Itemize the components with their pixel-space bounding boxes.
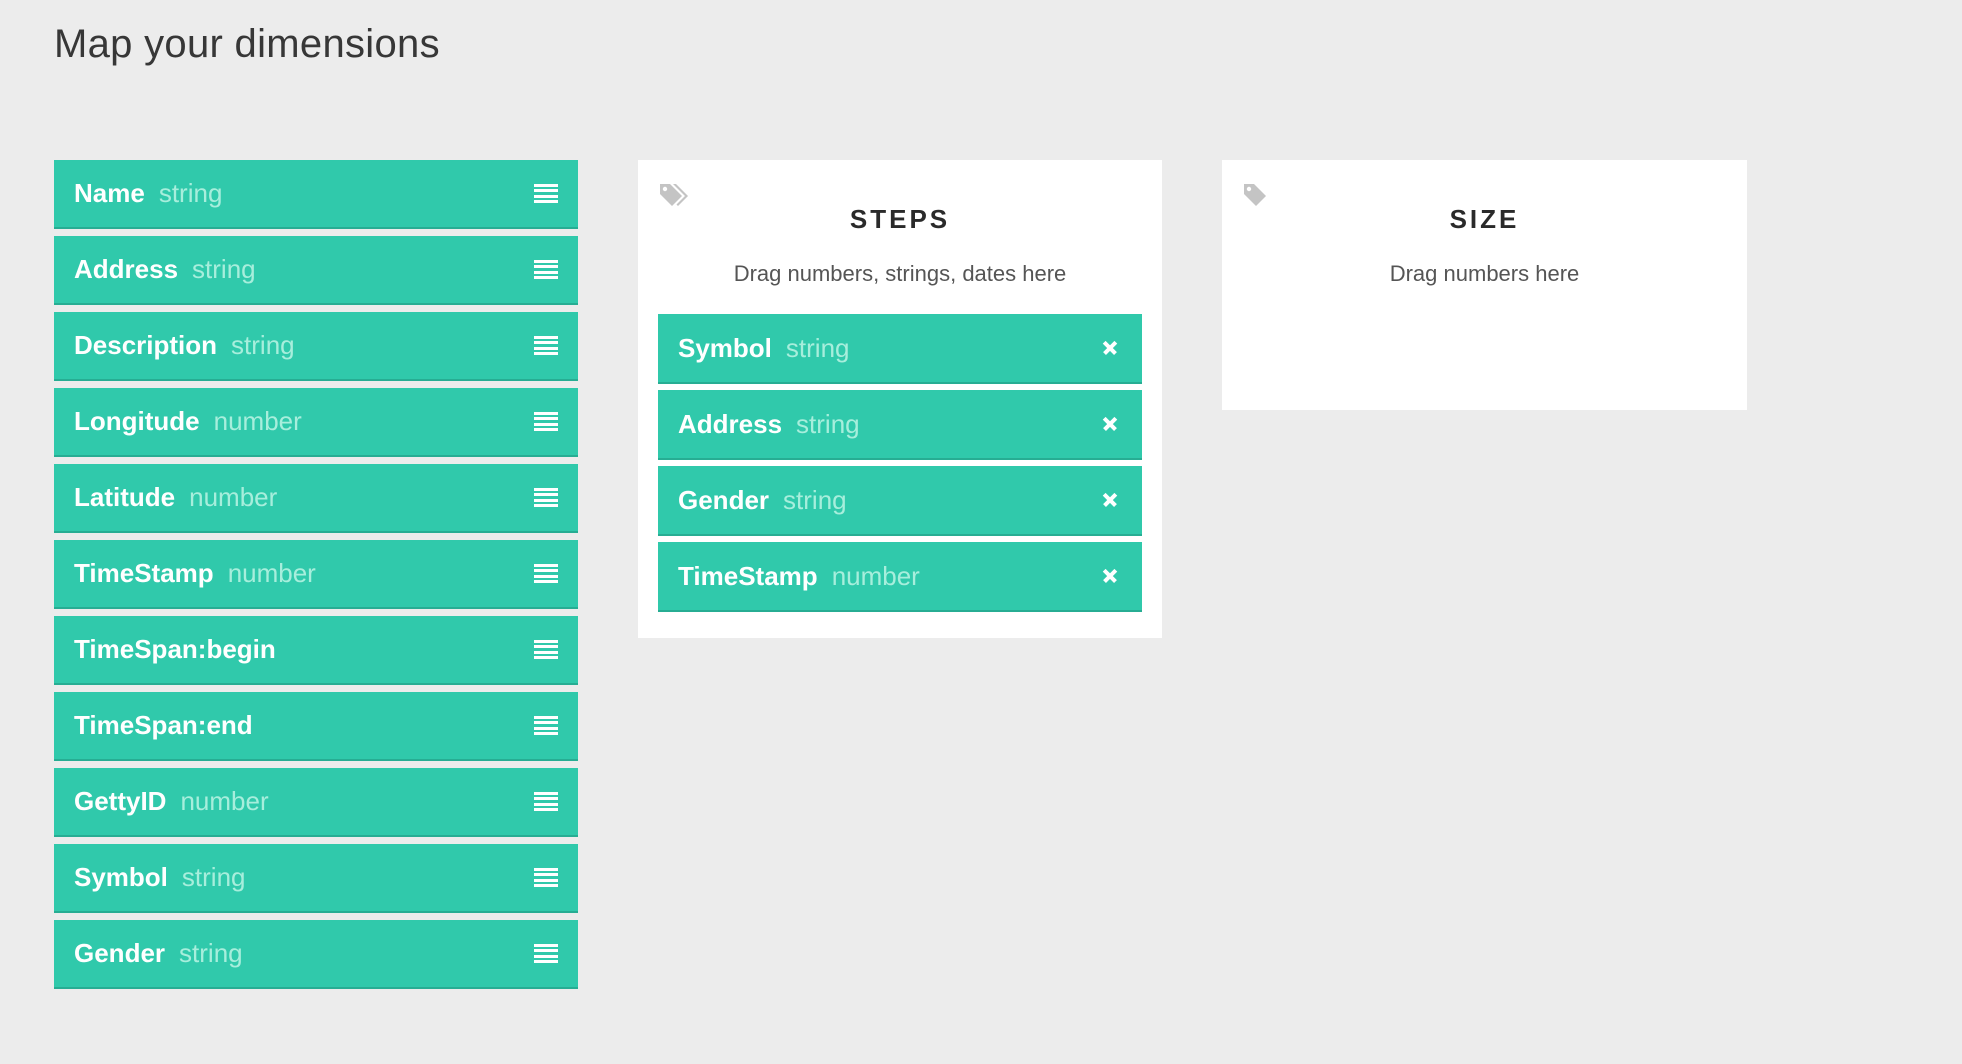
drag-handle-icon[interactable] xyxy=(534,411,558,432)
dimension-type: number xyxy=(180,786,269,816)
dimension-item[interactable]: TimeStamp number xyxy=(54,540,578,609)
dimension-item[interactable]: GettyID number xyxy=(54,768,578,837)
dimension-item[interactable]: Gender string xyxy=(54,920,578,989)
dimension-name: TimeSpan:end xyxy=(74,710,253,740)
dimension-name: Latitude xyxy=(74,482,176,512)
dimension-name: TimeSpan:begin xyxy=(74,634,276,664)
dimension-name: Longitude xyxy=(74,406,200,436)
size-title: SIZE xyxy=(1449,204,1520,234)
dimension-item[interactable]: Address string xyxy=(54,236,578,305)
dimension-item[interactable]: Name string xyxy=(54,160,578,229)
close-icon[interactable] xyxy=(1098,336,1122,360)
drag-handle-icon[interactable] xyxy=(534,183,558,204)
size-hint: Drag numbers here xyxy=(1389,261,1580,286)
drag-handle-icon[interactable] xyxy=(534,335,558,356)
dimension-type: string xyxy=(796,408,860,439)
drag-handle-icon[interactable] xyxy=(534,715,558,736)
dimension-type: number xyxy=(831,560,920,591)
dropped-dimension-item[interactable]: Gender string xyxy=(658,466,1142,536)
close-icon[interactable] xyxy=(1098,564,1122,588)
steps-dropzone[interactable]: STEPS Drag numbers, strings, dates here … xyxy=(638,160,1162,638)
dimension-item[interactable]: Longitude number xyxy=(54,388,578,457)
page-title: Map your dimensions xyxy=(54,22,440,66)
drag-handle-icon[interactable] xyxy=(534,487,558,508)
dimension-list: Name string Address string Description s… xyxy=(54,160,578,996)
dimension-name: Symbol xyxy=(678,332,772,363)
drag-handle-icon[interactable] xyxy=(534,259,558,280)
dimension-type: number xyxy=(189,482,278,512)
drag-handle-icon[interactable] xyxy=(534,791,558,812)
dimension-item[interactable]: Symbol string xyxy=(54,844,578,913)
dimension-type: string xyxy=(231,330,295,360)
dimension-type: number xyxy=(227,558,316,588)
dimension-name: Gender xyxy=(678,484,770,515)
dimension-type: string xyxy=(179,938,243,968)
close-icon[interactable] xyxy=(1098,488,1122,512)
dropped-dimension-item[interactable]: Symbol string xyxy=(658,314,1142,384)
dimension-type: string xyxy=(158,178,223,208)
dimension-name: Description xyxy=(74,330,218,360)
dimension-item[interactable]: Latitude number xyxy=(54,464,578,533)
dimension-name: Address xyxy=(678,408,783,439)
drag-handle-icon[interactable] xyxy=(534,639,558,660)
dropped-dimension-item[interactable]: Address string xyxy=(658,390,1142,460)
dimension-name: Name xyxy=(74,178,145,208)
dimension-item[interactable]: TimeSpan:end xyxy=(54,692,578,761)
steps-hint: Drag numbers, strings, dates here xyxy=(733,261,1067,286)
dimension-item[interactable]: Description string xyxy=(54,312,578,381)
dimension-type: string xyxy=(181,862,246,892)
drag-handle-icon[interactable] xyxy=(534,943,558,964)
steps-title: STEPS xyxy=(849,204,951,234)
size-dropzone[interactable]: SIZE Drag numbers here xyxy=(1222,160,1747,410)
close-icon[interactable] xyxy=(1098,412,1122,436)
dimension-type: string xyxy=(783,484,847,515)
dimension-type: number xyxy=(213,406,302,436)
dimension-type: string xyxy=(785,332,850,363)
dimension-name: Symbol xyxy=(74,862,168,892)
steps-dropped-list: Symbol string Address string Gender stri… xyxy=(658,314,1142,618)
dimension-type: string xyxy=(192,254,256,284)
dimension-item[interactable]: TimeSpan:begin xyxy=(54,616,578,685)
dimension-name: Gender xyxy=(74,938,166,968)
dimension-name: TimeStamp xyxy=(678,560,818,591)
dropped-dimension-item[interactable]: TimeStamp number xyxy=(658,542,1142,612)
drag-handle-icon[interactable] xyxy=(534,867,558,888)
dimension-name: Address xyxy=(74,254,179,284)
dimension-name: GettyID xyxy=(74,786,167,816)
dimension-name: TimeStamp xyxy=(74,558,214,588)
drag-handle-icon[interactable] xyxy=(534,563,558,584)
